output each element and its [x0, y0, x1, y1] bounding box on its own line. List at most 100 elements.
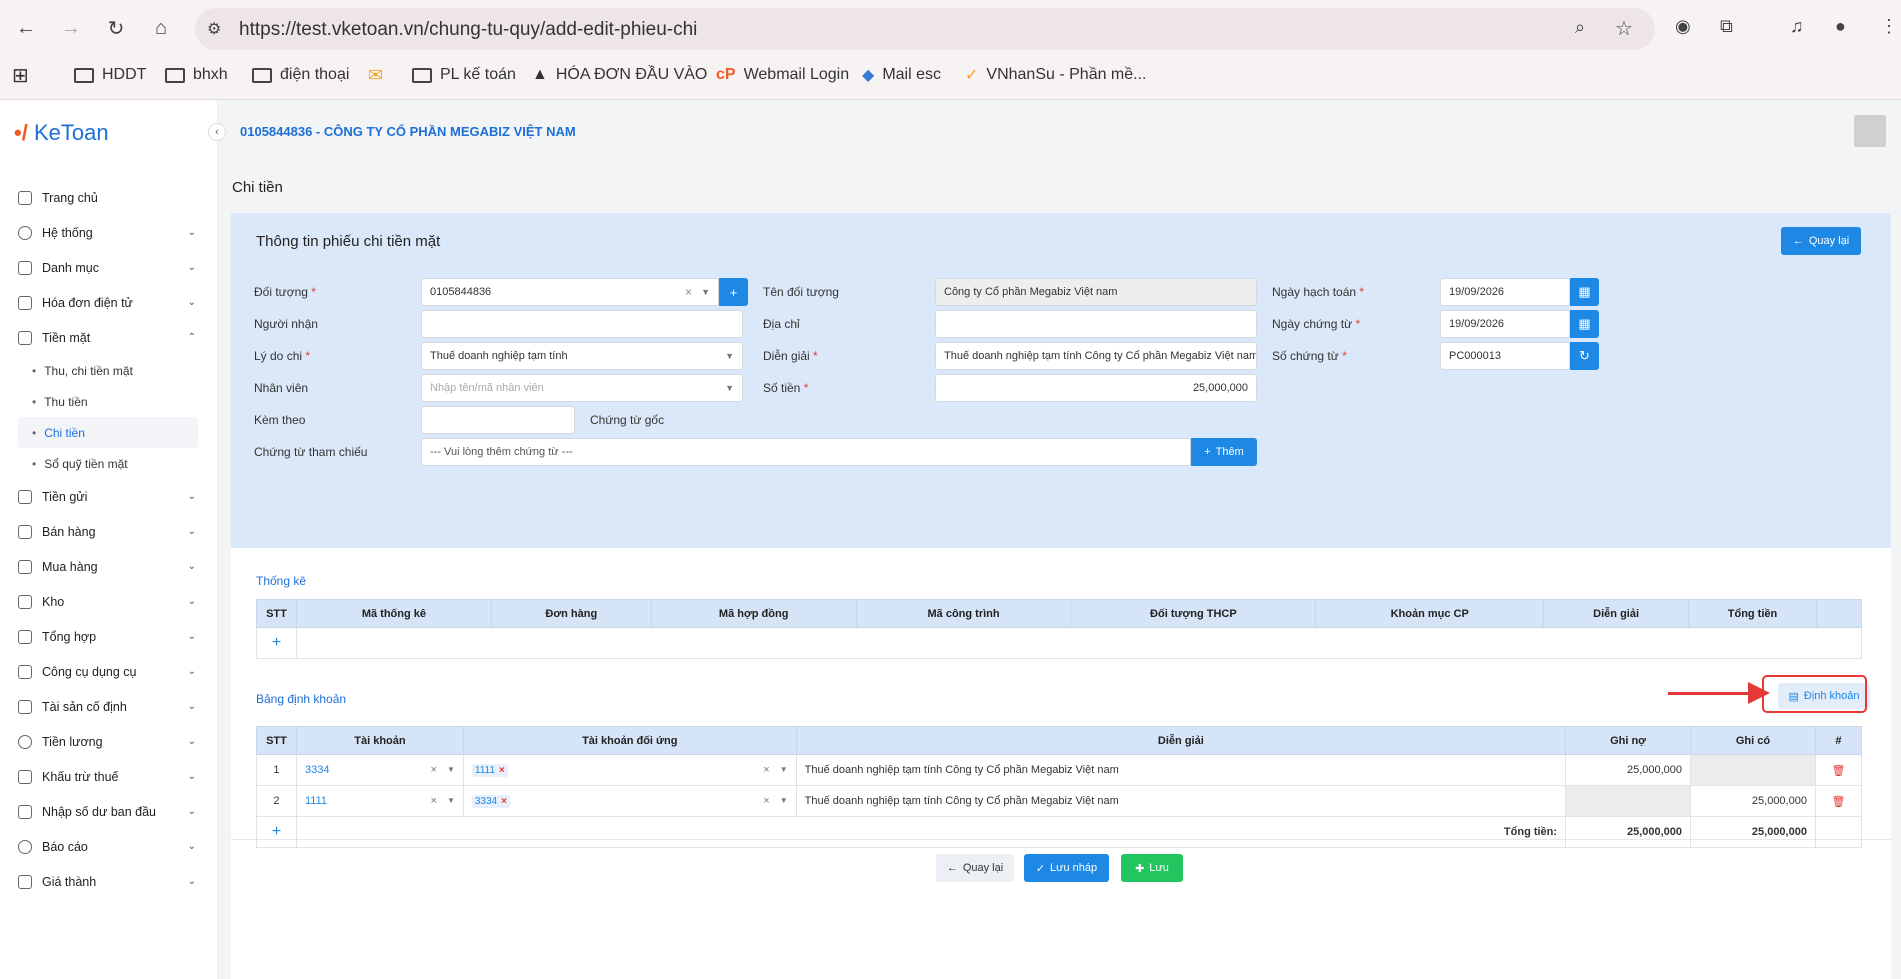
bookmark-vnhansu[interactable]: ✓ VNhanSu - Phần mề... [965, 64, 1147, 86]
sidebar-sub-thu-tien[interactable]: Thu tiền [18, 386, 198, 417]
tax-icon [18, 769, 32, 784]
add-row-button[interactable]: + [256, 816, 297, 848]
annotation-highlight-box [1762, 675, 1867, 713]
bookmark-mail-icon[interactable]: ✉ [368, 64, 383, 86]
clear-icon[interactable]: × [763, 795, 769, 807]
bookmark-hoa-don[interactable]: ▲ HÓA ĐƠN ĐẦU VÀO [532, 64, 707, 86]
extension-icon[interactable]: ◉ [1675, 16, 1691, 37]
so-chung-tu-field[interactable]: PC000013 [1440, 342, 1570, 370]
save-draft-button[interactable]: ✓ Lưu nháp [1024, 854, 1109, 882]
clear-icon[interactable]: × [430, 795, 436, 807]
ngay-hach-toan-field[interactable]: 19/09/2026 [1440, 278, 1570, 306]
sidebar-item-tien-luong[interactable]: Tiền lương ⌄ [18, 724, 198, 759]
sidebar-item-tai-san[interactable]: Tài sản cố định ⌄ [18, 689, 198, 724]
address-bar[interactable]: ⚙ https://test.vketoan.vn/chung-tu-quy/a… [195, 8, 1655, 50]
button-label: Thêm [1215, 446, 1244, 458]
logo-text: KeToan [33, 120, 109, 145]
sidebar-item-kho[interactable]: Kho ⌄ [18, 584, 198, 619]
sidebar-sub-thu-chi[interactable]: Thu, chi tiền mặt [18, 355, 198, 386]
tai-khoan-select[interactable]: 1111 × ▼ [295, 785, 464, 817]
chevron-down-icon: ▼ [446, 796, 455, 805]
bookmark-hddt[interactable]: HDDT [74, 64, 146, 86]
sidebar-item-tien-gui[interactable]: Tiền gửi ⌄ [18, 479, 198, 514]
sidebar-item-so-du[interactable]: Nhập số dư ban đầu ⌄ [18, 794, 198, 829]
profile-icon[interactable]: ● [1835, 16, 1846, 37]
site-info-icon[interactable]: ⚙ [207, 19, 221, 39]
sidebar-item-hoa-don[interactable]: Hóa đơn điện tử ⌄ [18, 285, 198, 320]
reload-icon[interactable]: ↻ [100, 12, 132, 44]
sidebar-item-bao-cao[interactable]: Báo cáo ⌄ [18, 829, 198, 864]
them-button[interactable]: + Thêm [1191, 438, 1257, 466]
dien-giai-cell[interactable]: Thuế doanh nghiệp tạm tính Công ty Cổ ph… [795, 785, 1567, 817]
app-logo[interactable]: •/ KeToan [14, 120, 109, 146]
bookmark-pl-ke-toan[interactable]: PL kế toán [412, 64, 516, 86]
add-row-button[interactable]: + [256, 627, 297, 659]
dien-giai-field[interactable]: Thuế doanh nghiệp tạm tính Công ty Cổ ph… [935, 342, 1257, 370]
dien-giai-cell[interactable]: Thuế doanh nghiệp tạm tính Công ty Cổ ph… [795, 754, 1567, 786]
sidebar-item-cong-cu[interactable]: Công cụ dụng cụ ⌄ [18, 654, 198, 689]
asset-icon [18, 699, 32, 714]
ten-doi-tuong-field[interactable]: Công ty Cổ phần Megabiz Việt nam [935, 278, 1257, 306]
forward-nav-icon[interactable]: → [55, 12, 87, 44]
sidebar-item-label: Tiền gửi [42, 489, 88, 504]
sidebar-item-khau-tru[interactable]: Khấu trừ thuế ⌄ [18, 759, 198, 794]
bookmark-bhxh[interactable]: bhxh [165, 64, 228, 86]
sidebar-item-tong-hop[interactable]: Tổng hợp ⌄ [18, 619, 198, 654]
sidebar-item-he-thong[interactable]: Hệ thống ⌄ [18, 215, 198, 250]
refresh-icon[interactable]: ↻ [1570, 342, 1599, 370]
back-nav-icon[interactable]: ← [10, 12, 42, 44]
sidebar-item-trang-chu[interactable]: Trang chủ [18, 180, 198, 215]
trash-icon[interactable]: 🗑 [1814, 785, 1863, 817]
clear-icon[interactable]: × [685, 285, 692, 299]
sidebar-item-danh-muc[interactable]: Danh mục ⌄ [18, 250, 198, 285]
sidebar-item-label: Kho [42, 594, 65, 609]
bookmark-mail-esc[interactable]: ◆ Mail esc [862, 64, 941, 86]
ngay-chung-tu-field[interactable]: 19/09/2026 [1440, 310, 1570, 338]
bookmark-star-icon[interactable]: ☆ [1615, 16, 1633, 41]
apps-grid-icon[interactable]: ⊞ [12, 64, 29, 87]
calendar-icon[interactable]: ▦ [1570, 278, 1599, 306]
media-icon[interactable]: ♫ [1790, 16, 1804, 37]
kem-theo-field[interactable] [421, 406, 575, 434]
main-content: 0105844836 - CÔNG TY CỔ PHẦN MEGABIZ VIỆ… [218, 100, 1901, 979]
nguoi-nhan-field[interactable] [421, 310, 743, 338]
sidebar-item-mua-hang[interactable]: Mua hàng ⌄ [18, 549, 198, 584]
save-button[interactable]: ✚ Lưu [1121, 854, 1183, 882]
nguoi-nhan-label: Người nhận [254, 317, 318, 331]
bookmark-webmail[interactable]: cP Webmail Login [716, 64, 849, 86]
bookmark-dien-thoai[interactable]: điện thoại [252, 64, 349, 86]
remove-tag-icon[interactable]: × [499, 765, 505, 776]
ghi-co-cell[interactable]: 25,000,000 [1690, 785, 1816, 817]
sidebar-item-gia-thanh[interactable]: Giá thành ⌄ [18, 864, 198, 899]
menu-kebab-icon[interactable]: ⋮ [1880, 16, 1898, 37]
sidebar-sub-chi-tien[interactable]: Chi tiền [18, 417, 198, 448]
sidebar-item-ban-hang[interactable]: Bán hàng ⌄ [18, 514, 198, 549]
ly-do-chi-select[interactable]: Thuế doanh nghiệp tạm tính ▼ [421, 342, 743, 370]
footer-back-button[interactable]: ← Quay lại [936, 854, 1014, 882]
clear-icon[interactable]: × [430, 764, 436, 776]
sidebar-sub-so-quy[interactable]: Sổ quỹ tiền mặt [18, 448, 198, 479]
avatar[interactable] [1854, 115, 1886, 147]
tai-khoan-doi-ung-select[interactable]: 3334 × × ▼ [462, 785, 797, 817]
dia-chi-field[interactable] [935, 310, 1257, 338]
sidebar-item-tien-mat[interactable]: Tiền mặt ⌃ [18, 320, 198, 355]
label-text: Diễn giải [763, 349, 810, 363]
add-doi-tuong-button[interactable]: + [719, 278, 748, 306]
remove-tag-icon[interactable]: × [501, 796, 507, 807]
home-nav-icon[interactable]: ⌂ [145, 12, 177, 44]
zoom-icon[interactable]: ⌕ [1575, 17, 1585, 38]
trash-icon[interactable]: 🗑 [1814, 754, 1863, 786]
doi-tuong-select[interactable]: 0105844836 × ▼ [421, 278, 719, 306]
nhan-vien-select[interactable]: Nhập tên/mã nhân viên ▼ [421, 374, 743, 402]
tai-khoan-doi-ung-select[interactable]: 1111 × × ▼ [462, 754, 797, 786]
tai-khoan-select[interactable]: 3334 × ▼ [295, 754, 464, 786]
back-top-button[interactable]: ← Quay lại [1781, 227, 1861, 255]
total-ghi-no: 25,000,000 [1565, 816, 1692, 848]
so-tien-field[interactable]: 25,000,000 [935, 374, 1257, 402]
puzzle-icon[interactable]: ⧉ [1720, 16, 1733, 37]
ghi-no-cell[interactable]: 25,000,000 [1565, 754, 1692, 786]
calendar-icon[interactable]: ▦ [1570, 310, 1599, 338]
chung-tu-tham-chieu-field[interactable]: --- Vui lòng thêm chứng từ --- [421, 438, 1191, 466]
clear-icon[interactable]: × [763, 764, 769, 776]
column-header [1815, 599, 1863, 628]
